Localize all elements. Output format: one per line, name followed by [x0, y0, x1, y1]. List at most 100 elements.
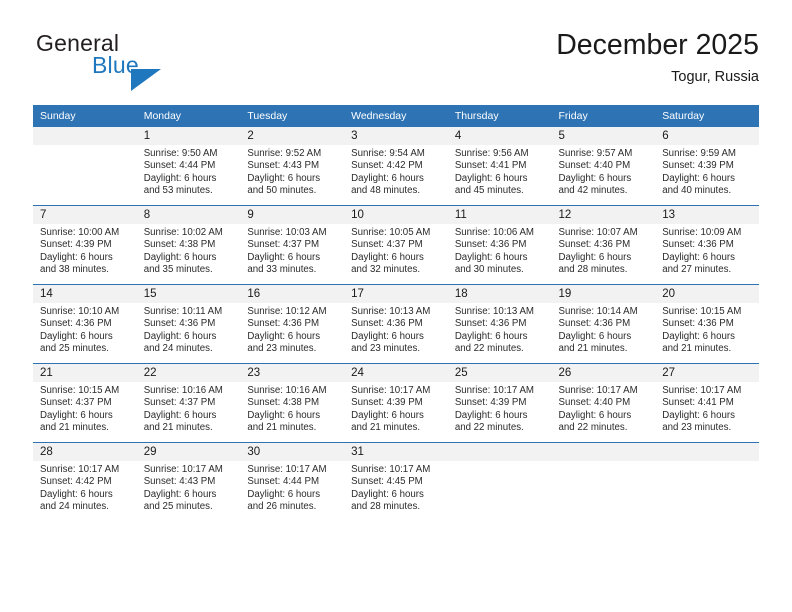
calendar-day-cell[interactable]: 12 Sunrise: 10:07 AM Sunset: 4:36 PM Daylig… — [551, 205, 656, 285]
calendar-day-cell[interactable]: 4 Sunrise: 9:56 AM Sunset: 4:41 PM Daylight… — [447, 127, 552, 206]
calendar-day-cell[interactable]: 30 Sunrise: 10:17 AM Sunset: 4:44 PM Daylig… — [240, 442, 345, 521]
sunrise-time: Sunrise: 10:17 AM — [351, 385, 431, 396]
calendar-day-cell[interactable]: 2 Sunrise: 9:52 AM Sunset: 4:43 PM Daylight… — [240, 127, 345, 206]
calendar-day-cell[interactable]: 6 Sunrise: 9:59 AM Sunset: 4:39 PM Daylight… — [655, 127, 759, 206]
sunset-time: Sunset: 4:37 PM — [247, 239, 320, 251]
calendar-day-cell[interactable]: 31 Sunrise: 10:17 AM Sunset: 4:45 PM Daylig… — [344, 442, 448, 521]
sunset-time: Sunset: 4:44 PM — [247, 476, 320, 488]
day-number: 3 — [344, 127, 448, 145]
calendar-day-cell[interactable]: 23 Sunrise: 10:16 AM Sunset: 4:38 PM Daylig… — [240, 363, 345, 443]
day-number: 24 — [344, 364, 448, 382]
day-number: 1 — [136, 127, 241, 145]
sunrise-time: Sunrise: 9:59 AM — [662, 148, 736, 159]
daylight-duration-line2: and 23 minutes. — [247, 343, 317, 355]
calendar-day-cell[interactable]: 26 Sunrise: 10:17 AM Sunset: 4:40 PM Daylig… — [551, 363, 656, 443]
calendar-day-cell[interactable]: 29 Sunrise: 10:17 AM Sunset: 4:43 PM Daylig… — [136, 442, 241, 521]
calendar-week-row: 14 Sunrise: 10:10 AM Sunset: 4:36 PM Daylig… — [33, 284, 759, 364]
day-cell-inner: 5 Sunrise: 9:57 AM Sunset: 4:40 PM Daylight… — [551, 127, 656, 205]
calendar-week-row: 1 Sunrise: 9:50 AM Sunset: 4:44 PM Daylight… — [33, 127, 759, 206]
daylight-duration-line1: Daylight: 6 hours — [454, 172, 528, 184]
daylight-duration-line2: and 25 minutes. — [40, 343, 109, 355]
calendar-day-cell[interactable]: 22 Sunrise: 10:16 AM Sunset: 4:37 PM Daylig… — [136, 363, 241, 443]
calendar-day-cell[interactable]: 8 Sunrise: 10:02 AM Sunset: 4:38 PM Dayligh… — [136, 205, 241, 285]
calendar-day-cell[interactable]: 15 Sunrise: 10:11 AM Sunset: 4:36 PM Daylig… — [136, 284, 241, 364]
calendar-day-cell[interactable]: 28 Sunrise: 10:17 AM Sunset: 4:42 PM Daylig… — [33, 442, 137, 521]
calendar-day-cell[interactable]: 24 Sunrise: 10:17 AM Sunset: 4:39 PM Daylig… — [344, 363, 448, 443]
day-number — [33, 127, 137, 145]
calendar-day-cell[interactable]: 7 Sunrise: 10:00 AM Sunset: 4:39 PM Dayligh… — [33, 205, 137, 285]
page-header: General Blue December 2025 Togur, Russia — [33, 28, 759, 91]
calendar-day-cell[interactable]: 9 Sunrise: 10:03 AM Sunset: 4:37 PM Dayligh… — [240, 205, 345, 285]
daylight-duration-line1: Daylight: 6 hours — [351, 330, 424, 342]
day-details: Sunrise: 10:12 AM Sunset: 4:36 PM Daylight… — [240, 303, 344, 356]
general-blue-logo[interactable]: General Blue — [33, 28, 233, 91]
daylight-duration-line1: Daylight: 6 hours — [351, 488, 424, 500]
calendar-day-cell[interactable]: 27 Sunrise: 10:17 AM Sunset: 4:41 PM Daylig… — [655, 363, 759, 443]
day-details: Sunrise: 10:06 AM Sunset: 4:36 PM Daylight… — [448, 224, 552, 277]
calendar-day-cell[interactable]: 13 Sunrise: 10:09 AM Sunset: 4:36 PM Daylig… — [655, 205, 759, 285]
daylight-duration-line2: and 22 minutes. — [454, 343, 524, 355]
daylight-duration-line2: and 21 minutes. — [558, 343, 628, 355]
daylight-duration-line2: and 24 minutes. — [143, 343, 213, 355]
day-details: Sunrise: 10:13 AM Sunset: 4:36 PM Daylight… — [448, 303, 552, 356]
calendar-day-cell[interactable]: 11 Sunrise: 10:06 AM Sunset: 4:36 PM Daylig… — [447, 205, 552, 285]
day-details: Sunrise: 10:07 AM Sunset: 4:36 PM Daylight… — [552, 224, 656, 277]
sunrise-time: Sunrise: 10:13 AM — [454, 306, 534, 317]
day-details: Sunrise: 10:14 AM Sunset: 4:36 PM Daylight… — [552, 303, 656, 356]
calendar-day-cell[interactable]: 20 Sunrise: 10:15 AM Sunset: 4:36 PM Daylig… — [655, 284, 759, 364]
day-number: 31 — [344, 443, 448, 461]
day-details: Sunrise: 10:15 AM Sunset: 4:37 PM Daylight… — [33, 382, 137, 435]
day-details: Sunrise: 10:00 AM Sunset: 4:39 PM Daylight… — [33, 224, 137, 277]
calendar-day-cell[interactable]: 14 Sunrise: 10:10 AM Sunset: 4:36 PM Daylig… — [33, 284, 137, 364]
day-cell-inner — [551, 443, 656, 521]
logo-text-blue: Blue — [92, 52, 139, 78]
day-details: Sunrise: 10:10 AM Sunset: 4:36 PM Daylight… — [33, 303, 137, 356]
calendar-day-cell[interactable]: 18 Sunrise: 10:13 AM Sunset: 4:36 PM Daylig… — [447, 284, 552, 364]
daylight-duration-line1: Daylight: 6 hours — [351, 172, 424, 184]
calendar-day-cell[interactable]: 16 Sunrise: 10:12 AM Sunset: 4:36 PM Daylig… — [240, 284, 345, 364]
sunset-time: Sunset: 4:36 PM — [143, 318, 216, 330]
sunset-time: Sunset: 4:39 PM — [662, 160, 734, 172]
calendar-day-cell[interactable]: 19 Sunrise: 10:14 AM Sunset: 4:36 PM Daylig… — [551, 284, 656, 364]
day-number: 28 — [33, 443, 137, 461]
day-details: Sunrise: 9:59 AM Sunset: 4:39 PM Daylight:… — [655, 145, 759, 198]
daylight-duration-line1: Daylight: 6 hours — [454, 330, 528, 342]
daylight-duration-line1: Daylight: 6 hours — [351, 409, 424, 421]
weekday-header-monday: Monday — [136, 105, 241, 127]
sunset-time: Sunset: 4:41 PM — [454, 160, 527, 172]
sunrise-time: Sunrise: 9:54 AM — [351, 148, 425, 159]
day-number: 20 — [655, 285, 759, 303]
sunset-time: Sunset: 4:45 PM — [351, 476, 423, 488]
day-cell-inner: 8 Sunrise: 10:02 AM Sunset: 4:38 PM Dayligh… — [136, 206, 241, 284]
daylight-duration-line1: Daylight: 6 hours — [247, 409, 321, 421]
sunrise-time: Sunrise: 10:16 AM — [143, 385, 223, 396]
calendar-day-cell[interactable]: 25 Sunrise: 10:17 AM Sunset: 4:39 PM Daylig… — [447, 363, 552, 443]
sunset-time: Sunset: 4:41 PM — [662, 397, 734, 409]
calendar-day-cell[interactable]: 1 Sunrise: 9:50 AM Sunset: 4:44 PM Daylight… — [136, 127, 241, 206]
calendar-day-cell-empty — [33, 127, 137, 206]
day-cell-inner: 30 Sunrise: 10:17 AM Sunset: 4:44 PM Daylig… — [240, 443, 345, 521]
calendar-day-cell[interactable]: 10 Sunrise: 10:05 AM Sunset: 4:37 PM Daylig… — [344, 205, 448, 285]
calendar-day-cell[interactable]: 3 Sunrise: 9:54 AM Sunset: 4:42 PM Daylight… — [344, 127, 448, 206]
day-cell-inner: 17 Sunrise: 10:13 AM Sunset: 4:36 PM Daylig… — [344, 285, 448, 363]
weekday-header-friday: Friday — [551, 105, 656, 127]
calendar-day-cell[interactable]: 5 Sunrise: 9:57 AM Sunset: 4:40 PM Daylight… — [551, 127, 656, 206]
sunset-time: Sunset: 4:37 PM — [40, 397, 112, 409]
calendar-day-cell[interactable]: 21 Sunrise: 10:15 AM Sunset: 4:37 PM Daylig… — [33, 363, 137, 443]
day-cell-inner — [33, 127, 137, 205]
sunrise-time: Sunrise: 10:16 AM — [247, 385, 327, 396]
sunrise-time: Sunrise: 9:52 AM — [247, 148, 322, 159]
calendar-week-row: 7 Sunrise: 10:00 AM Sunset: 4:39 PM Dayligh… — [33, 205, 759, 285]
sunrise-time: Sunrise: 10:17 AM — [40, 464, 120, 475]
day-cell-inner: 10 Sunrise: 10:05 AM Sunset: 4:37 PM Daylig… — [344, 206, 448, 284]
weekday-header-wednesday: Wednesday — [344, 105, 448, 127]
sunrise-time: Sunrise: 10:09 AM — [662, 227, 742, 238]
daylight-duration-line1: Daylight: 6 hours — [40, 488, 113, 500]
day-cell-inner: 16 Sunrise: 10:12 AM Sunset: 4:36 PM Daylig… — [240, 285, 345, 363]
day-cell-inner: 19 Sunrise: 10:14 AM Sunset: 4:36 PM Daylig… — [551, 285, 656, 363]
daylight-duration-line2: and 22 minutes. — [558, 422, 628, 434]
day-cell-inner — [655, 443, 759, 521]
sunset-time: Sunset: 4:36 PM — [558, 318, 631, 330]
calendar-day-cell[interactable]: 17 Sunrise: 10:13 AM Sunset: 4:36 PM Daylig… — [344, 284, 448, 364]
sunset-time: Sunset: 4:39 PM — [40, 239, 112, 251]
